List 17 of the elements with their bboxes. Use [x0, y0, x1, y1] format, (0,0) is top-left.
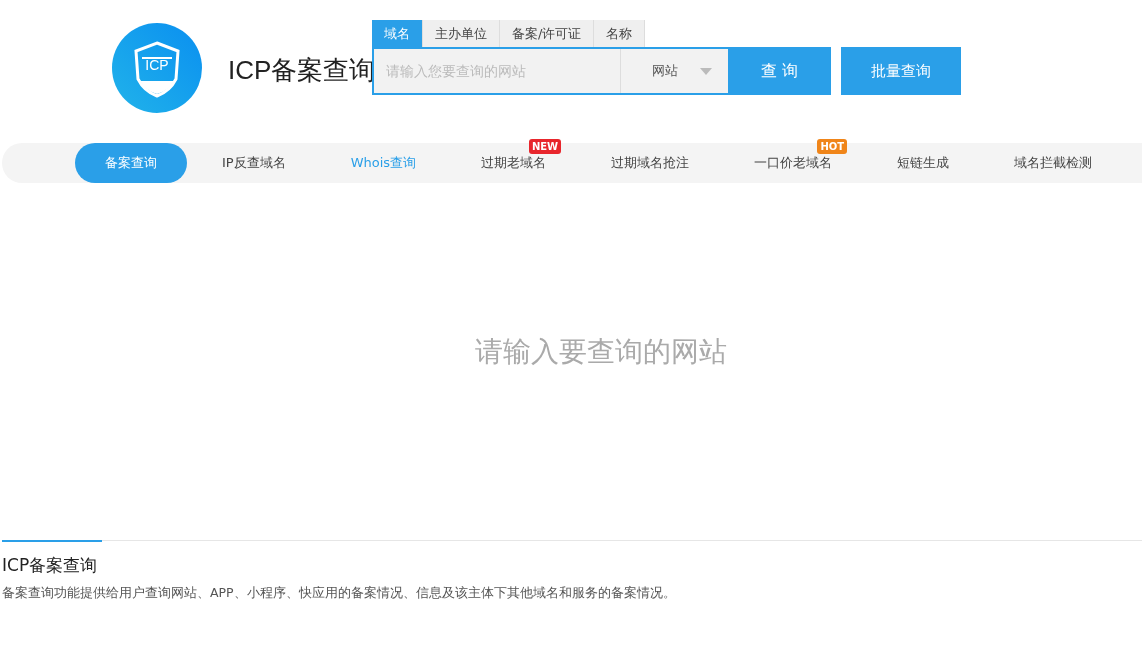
- logo-text: ICP: [144, 57, 170, 73]
- nav-badge: HOT: [817, 139, 848, 154]
- nav-link[interactable]: 域名拦截检测: [1014, 154, 1093, 172]
- empty-message: 请输入要查询的网站: [475, 333, 727, 370]
- nav-badge: NEW: [528, 139, 562, 154]
- caret-icon: [699, 67, 712, 75]
- nav-link[interactable]: 过期老域名: [481, 154, 547, 172]
- nav-link[interactable]: IP反查域名: [222, 154, 286, 172]
- shield-logo-icon: [112, 23, 202, 113]
- section-description: 备案查询功能提供给用户查询网站、APP、小程序、快应用的备案情况、信息及该主体下其他域名和服务的备案情况。: [2, 585, 677, 602]
- search-tab[interactable]: 名称: [594, 20, 646, 47]
- nav-link[interactable]: 短链生成: [897, 154, 950, 172]
- section-title: ICP备案查询: [2, 554, 99, 577]
- nav-link[interactable]: 一口价老域名: [754, 154, 833, 172]
- nav-link[interactable]: 过期域名抢注: [611, 154, 690, 172]
- search-tab[interactable]: 备案/许可证: [500, 20, 595, 47]
- search-tab[interactable]: 主办单位: [423, 20, 500, 47]
